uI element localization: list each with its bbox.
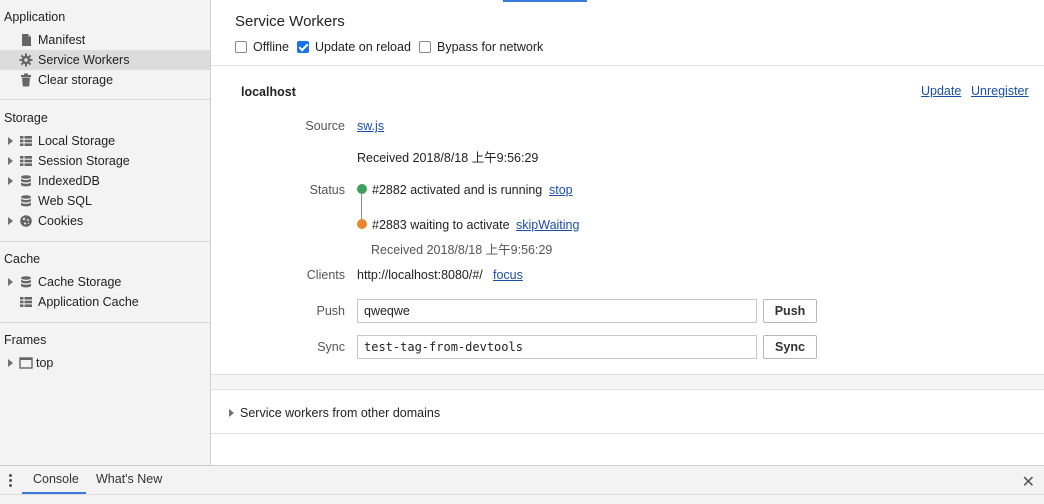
close-icon[interactable]: ✕: [1022, 472, 1035, 492]
grid-icon: [20, 136, 32, 146]
source-link[interactable]: sw.js: [357, 119, 384, 133]
main-panel: Service Workers Offline Update on reload…: [211, 0, 1044, 465]
sidebar-item-label: Application Cache: [38, 295, 139, 309]
sidebar-item-web-sql[interactable]: Web SQL: [0, 191, 210, 211]
bypass-for-network-checkbox[interactable]: [419, 41, 431, 53]
drawer-tabbar: Console What's New ✕: [0, 466, 1044, 494]
sync-button[interactable]: Sync: [763, 335, 817, 359]
document-icon: [22, 34, 31, 46]
active-status-text: #2882 activated and is running: [372, 183, 543, 197]
database-icon: [21, 195, 31, 207]
divider: [211, 433, 1044, 434]
cookie-icon: [20, 215, 32, 227]
offline-checkbox[interactable]: [235, 41, 247, 53]
section-title-cache: Cache: [4, 252, 41, 266]
expand-arrow-icon[interactable]: [8, 278, 13, 286]
expand-arrow-icon[interactable]: [229, 409, 234, 417]
sidebar-item-cookies[interactable]: Cookies: [0, 211, 210, 231]
console-drawer: Console What's New ✕: [0, 465, 1044, 504]
update-on-reload-option[interactable]: Update on reload: [297, 40, 411, 54]
bypass-for-network-label: Bypass for network: [437, 40, 544, 54]
sync-label: Sync: [317, 340, 345, 354]
tab-console[interactable]: Console: [33, 472, 79, 486]
sidebar-item-indexeddb[interactable]: IndexedDB: [0, 171, 210, 191]
sidebar-item-label: Cache Storage: [38, 275, 122, 289]
section-divider: [0, 322, 210, 323]
running-status-dot-icon: [357, 184, 367, 194]
expand-arrow-icon[interactable]: [8, 217, 13, 225]
expand-arrow-icon[interactable]: [8, 177, 13, 185]
sidebar-item-label: Local Storage: [38, 134, 116, 148]
sidebar-item-local-storage[interactable]: Local Storage: [0, 131, 210, 151]
source-label: Source: [305, 119, 345, 133]
sidebar-item-manifest[interactable]: Manifest: [0, 30, 210, 50]
sidebar-item-session-storage[interactable]: Session Storage: [0, 151, 210, 171]
sidebar-item-top[interactable]: top: [0, 353, 210, 373]
update-on-reload-label: Update on reload: [315, 40, 411, 54]
expand-arrow-icon[interactable]: [8, 157, 13, 165]
frame-icon: [19, 357, 33, 369]
status-label: Status: [309, 183, 345, 197]
sidebar-item-label: top: [36, 356, 54, 370]
section-title-application: Application: [4, 10, 66, 24]
push-data-input[interactable]: qweqwe: [357, 299, 757, 323]
offline-option[interactable]: Offline: [235, 40, 289, 54]
sidebar-item-label: Clear storage: [38, 73, 114, 87]
database-icon: [21, 175, 31, 187]
waiting-status-dot-icon: [357, 219, 367, 229]
waiting-status-text: #2883 waiting to activate: [372, 218, 510, 232]
other-domains-label: Service workers from other domains: [240, 406, 441, 420]
sidebar-item-label: Manifest: [38, 33, 86, 47]
grid-icon: [20, 156, 32, 166]
bypass-for-network-option[interactable]: Bypass for network: [419, 40, 543, 54]
sidebar-item-clear-storage[interactable]: Clear storage: [0, 70, 210, 90]
worker-origin: localhost: [241, 85, 296, 99]
sidebar-item-label: IndexedDB: [38, 174, 100, 188]
sidebar-item-label: Cookies: [38, 214, 84, 228]
tab-whats-new[interactable]: What's New: [96, 472, 162, 486]
sync-tag-input[interactable]: test-tag-from-devtools: [357, 335, 757, 359]
other-domains-toggle[interactable]: Service workers from other domains: [229, 406, 440, 420]
focus-link[interactable]: focus: [493, 268, 523, 282]
waiting-received-text: Received 2018/8/18 上午9:56:29: [371, 243, 553, 257]
expand-arrow-icon[interactable]: [8, 137, 13, 145]
update-on-reload-checkbox[interactable]: [297, 41, 309, 53]
client-url: http://localhost:8080/#/: [357, 268, 483, 282]
divider: [211, 65, 1044, 66]
page-title: Service Workers: [235, 13, 345, 30]
skip-waiting-link[interactable]: skipWaiting: [516, 218, 579, 232]
trash-icon: [21, 73, 31, 87]
sidebar-item-label: Web SQL: [38, 194, 92, 208]
clients-label: Clients: [306, 268, 345, 282]
offline-label: Offline: [253, 40, 289, 54]
gear-icon: [19, 53, 33, 67]
sidebar-item-label: Session Storage: [38, 154, 130, 168]
stop-link[interactable]: stop: [549, 183, 573, 197]
section-title-storage: Storage: [4, 111, 48, 125]
update-link[interactable]: Update: [921, 84, 961, 98]
sidebar-item-label: Service Workers: [38, 53, 130, 67]
more-menu-icon[interactable]: [9, 474, 13, 488]
received-text: Received 2018/8/18 上午9:56:29: [357, 151, 539, 165]
push-label: Push: [316, 304, 346, 318]
sidebar-item-service-workers[interactable]: Service Workers: [0, 50, 210, 70]
scroll-indicator: [503, 0, 587, 2]
status-connector: [361, 194, 362, 219]
sidebar-item-application-cache[interactable]: Application Cache: [0, 292, 210, 312]
unregister-link[interactable]: Unregister: [971, 84, 1029, 98]
grid-icon: [20, 297, 32, 307]
expand-arrow-icon[interactable]: [8, 359, 13, 367]
section-separator: [211, 374, 1044, 390]
sidebar-item-cache-storage[interactable]: Cache Storage: [0, 272, 210, 292]
database-icon: [21, 276, 31, 288]
push-button[interactable]: Push: [763, 299, 817, 323]
section-divider: [0, 241, 210, 242]
console-toolbar: [0, 494, 1044, 504]
section-divider: [0, 99, 210, 100]
section-title-frames: Frames: [4, 333, 47, 347]
sidebar: Application Manifest Service Workers Cle…: [0, 0, 211, 465]
